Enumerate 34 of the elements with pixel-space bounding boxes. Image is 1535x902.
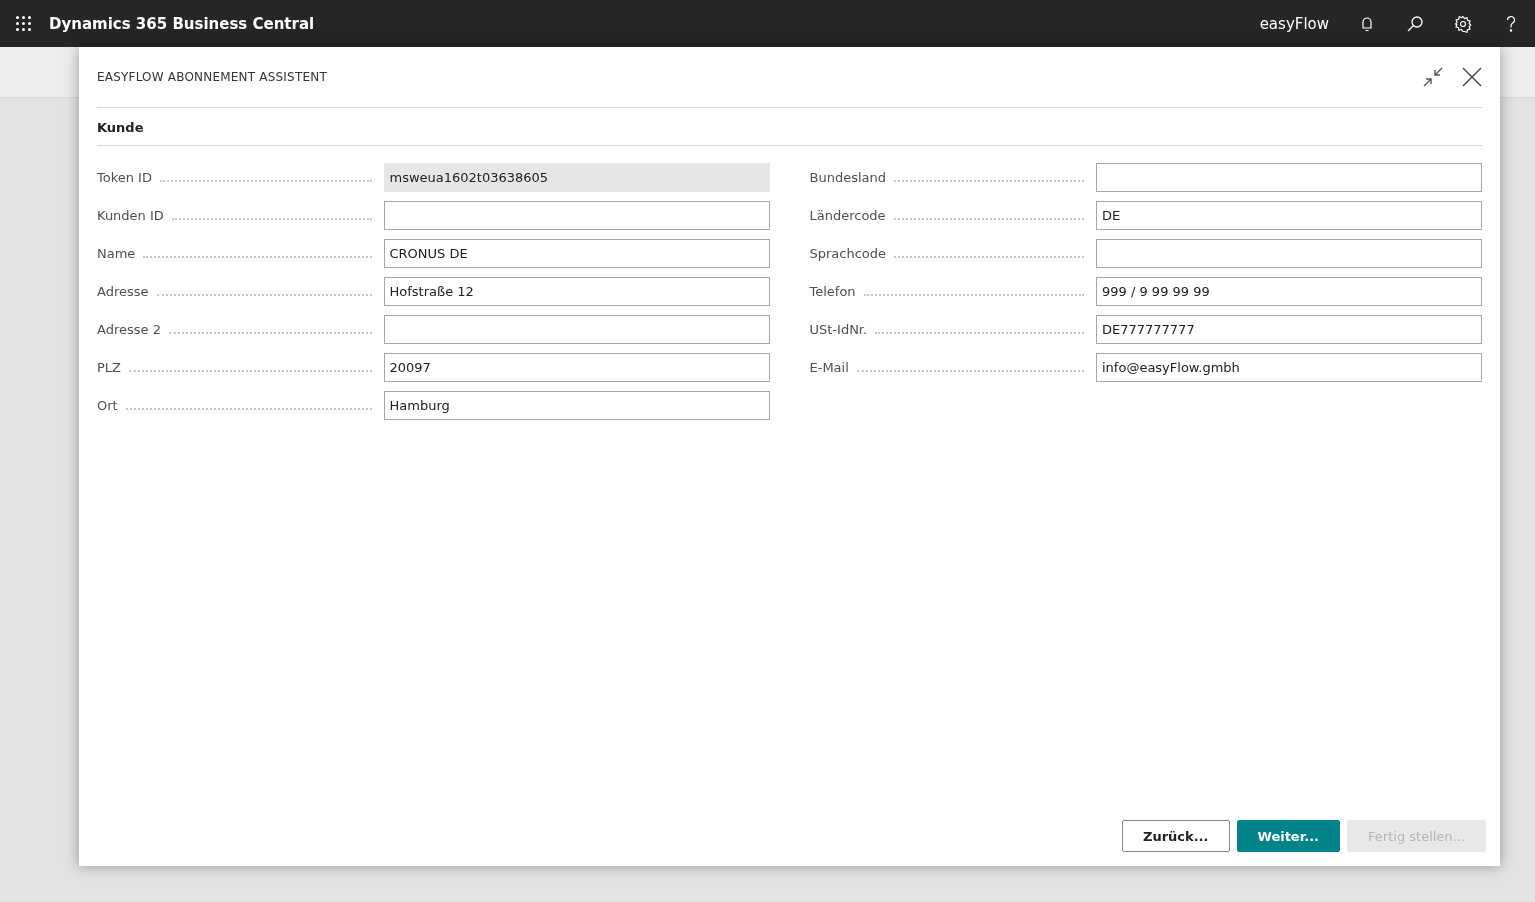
input-field[interactable]: CRONUS DE bbox=[383, 239, 770, 268]
field-label: Kunden ID bbox=[97, 208, 164, 223]
field-label: Name bbox=[97, 246, 136, 261]
close-icon[interactable] bbox=[1462, 67, 1482, 87]
input-field[interactable]: info@easyFlow.gmbh bbox=[1096, 353, 1482, 382]
company-name: easyFlow bbox=[1259, 14, 1329, 33]
dialog-title: EASYFLOW ABONNEMENT ASSISTENT bbox=[97, 70, 328, 84]
dialog-button[interactable]: Zurück... bbox=[1122, 820, 1230, 852]
input-field[interactable]: DE777777777 bbox=[1096, 315, 1482, 344]
app-launcher-icon[interactable] bbox=[16, 16, 31, 31]
input-field[interactable]: DE bbox=[1096, 201, 1482, 230]
input-field[interactable] bbox=[1096, 239, 1482, 268]
dialog-button[interactable]: Weiter... bbox=[1236, 820, 1341, 852]
field-label: Bundesland bbox=[809, 170, 886, 185]
field-label: Ort bbox=[97, 398, 118, 413]
input-field[interactable]: Hofstraße 12 bbox=[383, 277, 770, 306]
input-field[interactable] bbox=[1096, 163, 1482, 192]
input-field[interactable]: 999 / 9 99 99 99 bbox=[1096, 277, 1482, 306]
field-label: Token ID bbox=[97, 170, 152, 185]
field-label: Sprachcode bbox=[809, 246, 887, 261]
field-label: Adresse 2 bbox=[97, 322, 161, 337]
collapse-icon[interactable] bbox=[1422, 66, 1444, 88]
input-field[interactable]: 20097 bbox=[383, 353, 770, 382]
app-title: Dynamics 365 Business Central bbox=[49, 14, 315, 33]
field-label: Adresse bbox=[97, 284, 149, 299]
field-label: USt-IdNr. bbox=[809, 322, 868, 337]
input-field[interactable] bbox=[383, 201, 770, 230]
section-heading: Kunde bbox=[97, 108, 1482, 146]
field-label: Telefon bbox=[809, 284, 856, 299]
field-label: PLZ bbox=[97, 360, 121, 375]
field-label: E-Mail bbox=[809, 360, 849, 375]
input-field[interactable]: Hamburg bbox=[383, 391, 770, 420]
field-label: Ländercode bbox=[809, 208, 886, 223]
input-field[interactable] bbox=[383, 315, 770, 344]
